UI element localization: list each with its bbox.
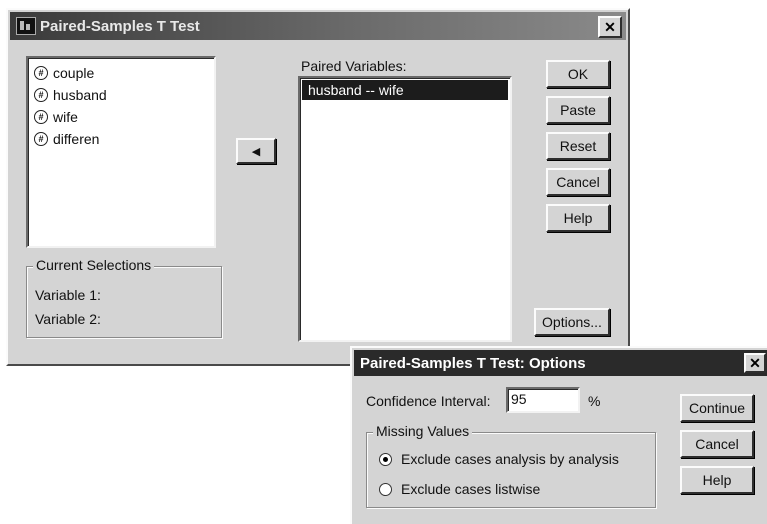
move-variable-button[interactable]: ◀ <box>236 138 276 164</box>
paired-variable-list[interactable]: husband -- wife <box>298 76 512 342</box>
list-item[interactable]: # husband <box>34 84 208 106</box>
variable-2-label: Variable 2: <box>35 311 101 327</box>
current-selections-legend: Current Selections <box>33 257 155 273</box>
paired-variables-label: Paired Variables: <box>301 58 407 74</box>
close-icon[interactable]: ✕ <box>744 353 766 373</box>
variable-1-label: Variable 1: <box>35 287 101 303</box>
numeric-variable-icon: # <box>34 88 48 102</box>
radio-label: Exclude cases analysis by analysis <box>401 451 619 467</box>
options-help-button[interactable]: Help <box>680 466 754 494</box>
current-selections-group: Current Selections Variable 1: Variable … <box>26 257 222 338</box>
options-dialog: Paired-Samples T Test: Options ✕ Confide… <box>350 346 767 524</box>
variable-label: husband <box>53 87 107 103</box>
radio-exclude-analysis[interactable]: Exclude cases analysis by analysis <box>379 451 619 467</box>
cancel-button[interactable]: Cancel <box>546 168 610 196</box>
variable-label: wife <box>53 109 78 125</box>
numeric-variable-icon: # <box>34 66 48 80</box>
confidence-interval-value: 95 <box>511 391 527 407</box>
options-titlebar[interactable]: Paired-Samples T Test: Options <box>354 350 767 376</box>
help-button[interactable]: Help <box>546 204 610 232</box>
radio-label: Exclude cases listwise <box>401 481 541 497</box>
source-variable-list[interactable]: # couple # husband # wife # differen <box>26 56 216 248</box>
radio-selected-icon <box>379 452 392 466</box>
close-icon[interactable]: ✕ <box>598 16 622 38</box>
paired-samples-dialog: Paired-Samples T Test ✕ # couple # husba… <box>6 8 630 366</box>
paste-button[interactable]: Paste <box>546 96 610 124</box>
options-cancel-button[interactable]: Cancel <box>680 430 754 458</box>
list-item[interactable]: husband -- wife <box>302 80 508 100</box>
radio-exclude-listwise[interactable]: Exclude cases listwise <box>379 481 540 497</box>
numeric-variable-icon: # <box>34 110 48 124</box>
confidence-interval-input[interactable]: 95 <box>506 387 580 413</box>
list-item[interactable]: # couple <box>34 62 208 84</box>
dialog-title: Paired-Samples T Test <box>40 17 200 35</box>
numeric-variable-icon: # <box>34 132 48 146</box>
list-item[interactable]: # differen <box>34 128 208 150</box>
missing-values-legend: Missing Values <box>373 423 473 439</box>
options-button[interactable]: Options... <box>534 308 610 336</box>
app-icon <box>16 17 36 35</box>
left-arrow-icon: ◀ <box>251 145 261 158</box>
dialog-titlebar[interactable]: Paired-Samples T Test <box>10 12 626 40</box>
list-item[interactable]: # wife <box>34 106 208 128</box>
continue-button[interactable]: Continue <box>680 394 754 422</box>
percent-sign: % <box>588 393 601 409</box>
confidence-interval-label: Confidence Interval: <box>366 393 491 409</box>
variable-label: couple <box>53 65 95 81</box>
missing-values-group: Missing Values Exclude cases analysis by… <box>366 423 656 508</box>
variable-label: differen <box>53 131 100 147</box>
options-title: Paired-Samples T Test: Options <box>360 354 586 372</box>
ok-button[interactable]: OK <box>546 60 610 88</box>
reset-button[interactable]: Reset <box>546 132 610 160</box>
radio-unselected-icon <box>379 482 392 496</box>
